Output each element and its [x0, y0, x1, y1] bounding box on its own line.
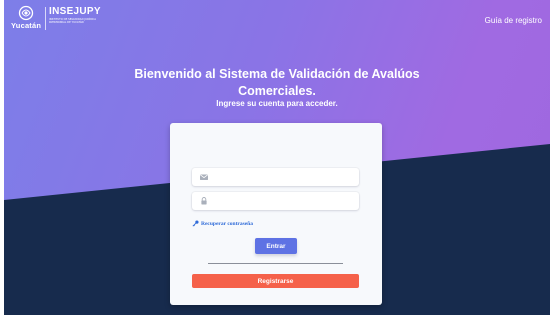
page: Yucatán INSEJUPY INSTITUTO DE SEGURIDAD … — [4, 0, 550, 315]
login-card: Recuperar contraseña Entrar Registrarse — [170, 123, 382, 305]
logo-text: Yucatán — [11, 21, 42, 30]
key-icon — [192, 220, 199, 227]
registration-guide-link[interactable]: Guía de registro — [485, 16, 542, 25]
recover-password-label: Recuperar contraseña — [201, 220, 253, 227]
brand-subtitle: INSTITUTO DE SEGURIDAD JURÍDICA PATRIMON… — [49, 18, 96, 25]
welcome-heading: Bienvenido al Sistema de Validación de A… — [4, 66, 550, 99]
welcome-line-1: Bienvenido al Sistema de Validación de A… — [134, 67, 420, 81]
email-input[interactable] — [214, 168, 354, 186]
yucatan-logo: Yucatán — [11, 5, 43, 34]
brand-name: INSEJUPY — [49, 6, 101, 17]
email-field[interactable] — [192, 168, 359, 186]
divider — [208, 263, 343, 264]
password-field[interactable] — [192, 192, 359, 210]
welcome-line-2: Comerciales. — [238, 83, 316, 98]
lock-icon — [201, 197, 207, 205]
yucatan-emblem-icon — [18, 5, 34, 21]
envelope-icon — [200, 174, 208, 180]
login-subtitle: Ingrese su cuenta para acceder. — [216, 99, 338, 108]
password-input[interactable] — [214, 192, 354, 210]
enter-button[interactable]: Entrar — [255, 238, 297, 254]
brand-separator — [45, 7, 46, 30]
recover-password-link[interactable]: Recuperar contraseña — [192, 220, 253, 227]
register-button[interactable]: Registrarse — [192, 274, 359, 288]
